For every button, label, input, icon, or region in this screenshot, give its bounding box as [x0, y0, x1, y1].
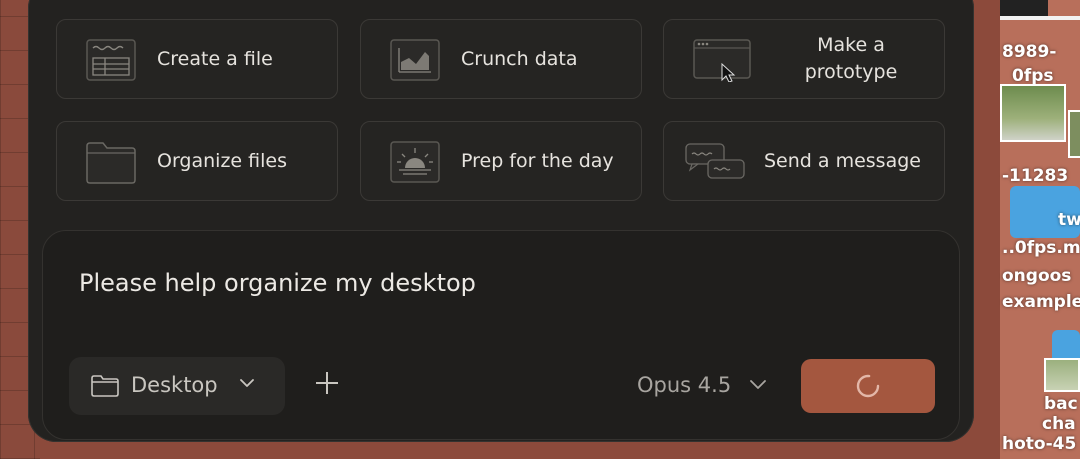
desktop-thumbnail	[1000, 0, 1048, 16]
folder-selector-label: Desktop	[131, 373, 218, 397]
suggestion-send-message[interactable]: Send a message	[663, 121, 945, 201]
loading-spinner-icon	[856, 374, 880, 398]
send-button[interactable]	[801, 359, 935, 413]
desktop-file-label[interactable]: ..0fps.m	[1002, 238, 1080, 258]
folder-selector-button[interactable]: Desktop	[69, 357, 285, 415]
chevron-down-icon[interactable]	[749, 378, 767, 390]
chat-bubbles-icon	[685, 143, 745, 179]
desktop-photo-thumbnail[interactable]	[1000, 84, 1066, 142]
chart-icon	[390, 39, 440, 81]
window-cursor-icon	[693, 39, 751, 82]
chevron-down-icon	[240, 379, 254, 387]
suggestion-label: Crunch data	[461, 47, 578, 70]
suggestion-label: Create a file	[157, 47, 273, 70]
desktop-file-label[interactable]: -11283	[1002, 166, 1068, 186]
desktop-divider	[1000, 16, 1080, 20]
desktop-file-label[interactable]: 0fps	[1012, 66, 1054, 86]
desktop-file-label[interactable]: tw	[1058, 210, 1080, 230]
add-icon[interactable]	[311, 367, 343, 399]
desktop-photo-thumbnail[interactable]	[1044, 358, 1080, 392]
desktop-file-label[interactable]: example	[1002, 292, 1080, 312]
suggestion-organize-files[interactable]: Organize files	[56, 121, 338, 201]
suggestion-label: Send a message	[764, 149, 921, 172]
desktop-file-label[interactable]: 8989-	[1002, 42, 1056, 62]
suggestion-label: Organize files	[157, 149, 287, 172]
spreadsheet-icon	[86, 39, 136, 81]
desktop-file-label[interactable]: hoto-45	[1002, 434, 1076, 454]
sunrise-icon	[390, 141, 440, 183]
folder-icon	[86, 142, 136, 184]
prompt-input[interactable]: Please help organize my desktop	[79, 269, 476, 297]
desktop-file-label[interactable]: cha	[1042, 414, 1076, 434]
desktop-file-label[interactable]: ongoos	[1002, 266, 1071, 286]
suggestion-make-prototype[interactable]: Make a prototype	[663, 19, 945, 99]
folder-icon	[91, 375, 119, 397]
suggestion-prep-day[interactable]: Prep for the day	[360, 121, 642, 201]
suggestion-label: Prep for the day	[461, 149, 614, 172]
model-selector-label[interactable]: Opus 4.5	[637, 373, 731, 397]
suggestion-create-file[interactable]: Create a file	[56, 19, 338, 99]
desktop-photo-thumbnail[interactable]	[1068, 110, 1080, 158]
suggestion-crunch-data[interactable]: Crunch data	[360, 19, 642, 99]
composer: Please help organize my desktop Desktop …	[42, 230, 960, 440]
desktop-file-label[interactable]: bac	[1044, 394, 1078, 414]
suggestion-label: Make a prototype	[804, 34, 898, 83]
desktop-background-right: 8989- 0fps -11283 tw ..0fps.m ongoos exa…	[1000, 0, 1080, 459]
